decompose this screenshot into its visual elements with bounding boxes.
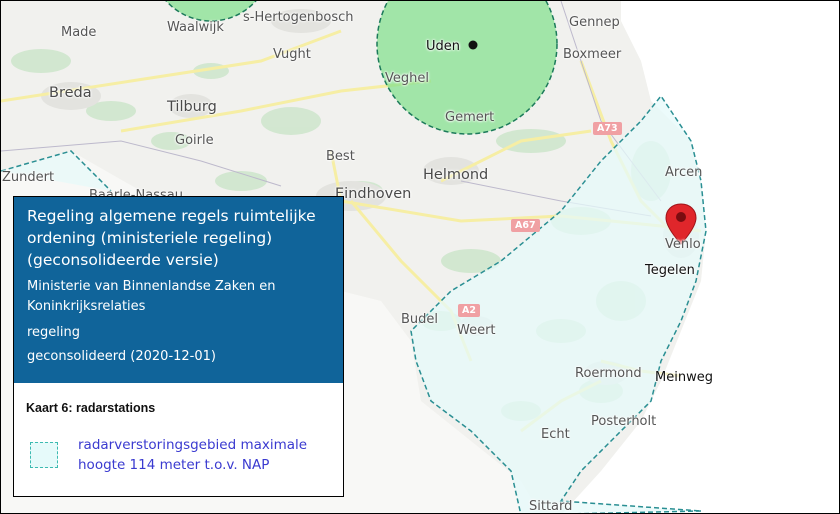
- place-label: Veghel: [385, 71, 429, 86]
- road-shield-a73: A73: [593, 122, 622, 135]
- road-shield-a2: A2: [458, 304, 480, 317]
- place-label: Gennep: [569, 15, 620, 30]
- legend-heading: Kaart 6: radarstations: [26, 401, 156, 415]
- place-label: Waalwijk: [167, 20, 224, 35]
- place-label: Eindhoven: [335, 186, 412, 202]
- place-label: Posterholt: [591, 414, 657, 429]
- place-label: Sittard: [529, 499, 573, 514]
- panel-title: Regeling algemene regels ruimtelijke ord…: [27, 207, 316, 269]
- place-label: Zundert: [2, 170, 55, 185]
- legend-item-label[interactable]: radarverstoringsgebied maximale hoogte 1…: [78, 435, 338, 475]
- place-label: Made: [61, 25, 97, 40]
- place-label: Budel: [401, 312, 439, 327]
- panel-status: geconsolideerd (2020-12-01): [27, 349, 216, 364]
- map-viewport[interactable]: Made Waalwijk s-Hertogenbosch Gennep Ude…: [0, 0, 840, 514]
- place-label: s-Hertogenbosch: [243, 10, 354, 25]
- place-label: Helmond: [423, 167, 489, 183]
- radar-station-dot-icon: [468, 40, 478, 50]
- place-label: Best: [326, 149, 355, 164]
- place-label: Tegelen: [645, 263, 695, 278]
- place-label: Goirle: [175, 133, 214, 148]
- place-label: Weert: [457, 323, 496, 338]
- place-label: Venlo: [665, 237, 701, 252]
- legend-swatch: [30, 442, 58, 468]
- place-label: Roermond: [575, 366, 642, 381]
- place-label: Boxmeer: [563, 47, 622, 62]
- place-label: Echt: [541, 427, 570, 442]
- info-panel: Regeling algemene regels ruimtelijke ord…: [13, 196, 344, 497]
- road-shield-a67: A67: [511, 219, 540, 232]
- place-label: Breda: [49, 85, 92, 101]
- panel-header: Regeling algemene regels ruimtelijke ord…: [14, 197, 343, 383]
- place-label: Meinweg: [655, 370, 713, 385]
- place-label: Arcen: [665, 165, 703, 180]
- panel-ministry: Ministerie van Binnenlandse Zaken en Kon…: [27, 279, 276, 314]
- place-label: Tilburg: [167, 99, 217, 115]
- place-label: Vught: [273, 47, 311, 62]
- place-label: Gemert: [445, 110, 495, 125]
- panel-type: regeling: [27, 325, 81, 340]
- place-label: Uden: [426, 39, 461, 54]
